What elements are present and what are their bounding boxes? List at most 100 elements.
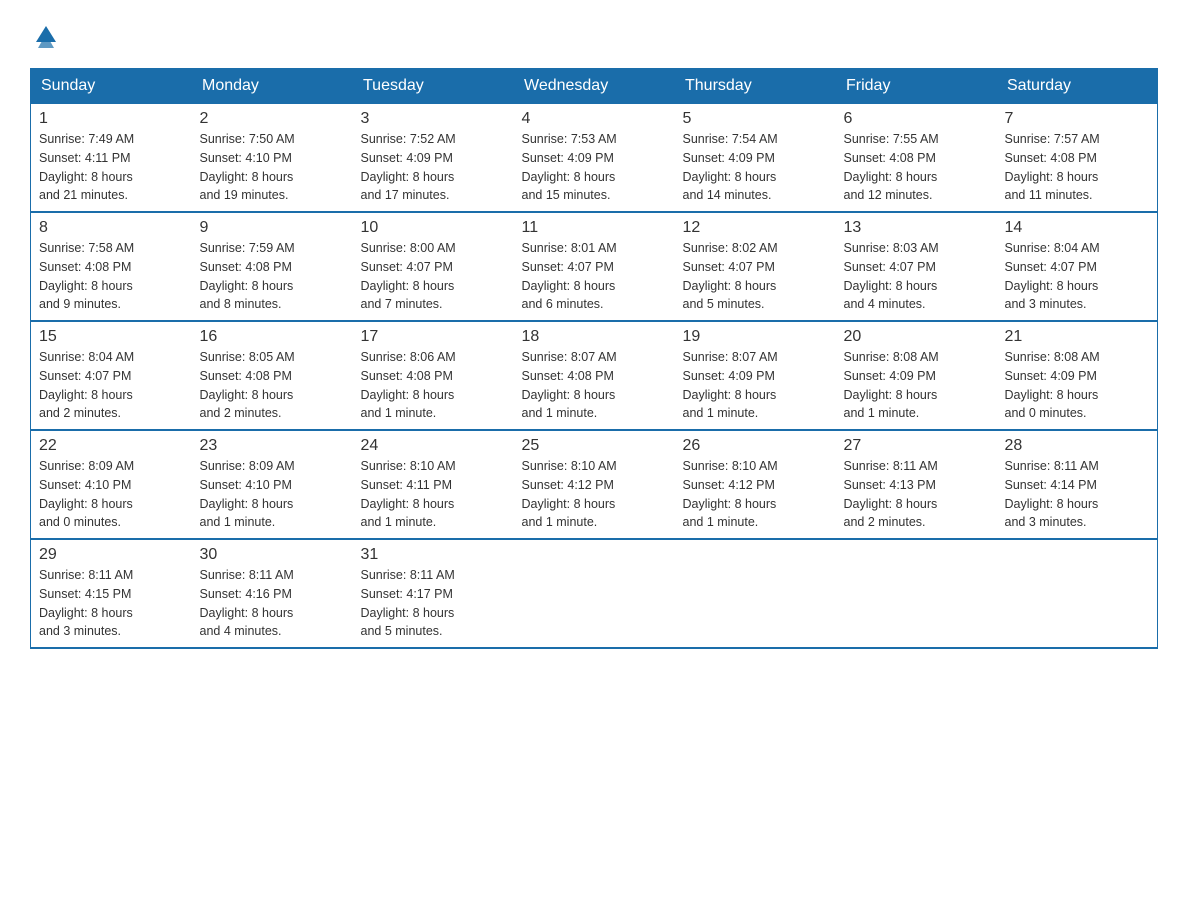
table-row: 25 Sunrise: 8:10 AMSunset: 4:12 PMDaylig… — [514, 430, 675, 539]
day-number: 12 — [683, 219, 828, 237]
day-info: Sunrise: 7:58 AMSunset: 4:08 PMDaylight:… — [39, 239, 184, 314]
calendar-table: Sunday Monday Tuesday Wednesday Thursday… — [30, 68, 1158, 649]
day-number: 28 — [1005, 437, 1150, 455]
table-row: 13 Sunrise: 8:03 AMSunset: 4:07 PMDaylig… — [836, 212, 997, 321]
day-info: Sunrise: 8:03 AMSunset: 4:07 PMDaylight:… — [844, 239, 989, 314]
table-row: 18 Sunrise: 8:07 AMSunset: 4:08 PMDaylig… — [514, 321, 675, 430]
calendar-week-row: 1 Sunrise: 7:49 AMSunset: 4:11 PMDayligh… — [31, 104, 1158, 213]
day-number: 26 — [683, 437, 828, 455]
day-number: 9 — [200, 219, 345, 237]
table-row: 12 Sunrise: 8:02 AMSunset: 4:07 PMDaylig… — [675, 212, 836, 321]
day-info: Sunrise: 7:57 AMSunset: 4:08 PMDaylight:… — [1005, 130, 1150, 205]
table-row: 2 Sunrise: 7:50 AMSunset: 4:10 PMDayligh… — [192, 104, 353, 213]
day-number: 5 — [683, 110, 828, 128]
calendar-week-row: 22 Sunrise: 8:09 AMSunset: 4:10 PMDaylig… — [31, 430, 1158, 539]
day-number: 29 — [39, 546, 184, 564]
table-row: 9 Sunrise: 7:59 AMSunset: 4:08 PMDayligh… — [192, 212, 353, 321]
table-row — [514, 539, 675, 648]
day-number: 2 — [200, 110, 345, 128]
day-info: Sunrise: 8:09 AMSunset: 4:10 PMDaylight:… — [200, 457, 345, 532]
page-header — [30, 20, 1158, 48]
day-number: 3 — [361, 110, 506, 128]
day-info: Sunrise: 7:53 AMSunset: 4:09 PMDaylight:… — [522, 130, 667, 205]
day-number: 1 — [39, 110, 184, 128]
day-number: 6 — [844, 110, 989, 128]
day-number: 19 — [683, 328, 828, 346]
day-number: 8 — [39, 219, 184, 237]
table-row: 10 Sunrise: 8:00 AMSunset: 4:07 PMDaylig… — [353, 212, 514, 321]
table-row: 11 Sunrise: 8:01 AMSunset: 4:07 PMDaylig… — [514, 212, 675, 321]
day-number: 7 — [1005, 110, 1150, 128]
table-row: 20 Sunrise: 8:08 AMSunset: 4:09 PMDaylig… — [836, 321, 997, 430]
table-row: 14 Sunrise: 8:04 AMSunset: 4:07 PMDaylig… — [997, 212, 1158, 321]
day-info: Sunrise: 8:04 AMSunset: 4:07 PMDaylight:… — [1005, 239, 1150, 314]
day-info: Sunrise: 8:01 AMSunset: 4:07 PMDaylight:… — [522, 239, 667, 314]
day-info: Sunrise: 8:11 AMSunset: 4:15 PMDaylight:… — [39, 566, 184, 641]
day-info: Sunrise: 8:07 AMSunset: 4:08 PMDaylight:… — [522, 348, 667, 423]
weekday-header-row: Sunday Monday Tuesday Wednesday Thursday… — [31, 69, 1158, 104]
day-info: Sunrise: 8:10 AMSunset: 4:12 PMDaylight:… — [683, 457, 828, 532]
day-number: 20 — [844, 328, 989, 346]
table-row: 22 Sunrise: 8:09 AMSunset: 4:10 PMDaylig… — [31, 430, 192, 539]
day-info: Sunrise: 8:11 AMSunset: 4:13 PMDaylight:… — [844, 457, 989, 532]
day-info: Sunrise: 8:07 AMSunset: 4:09 PMDaylight:… — [683, 348, 828, 423]
header-wednesday: Wednesday — [514, 69, 675, 104]
table-row: 30 Sunrise: 8:11 AMSunset: 4:16 PMDaylig… — [192, 539, 353, 648]
header-sunday: Sunday — [31, 69, 192, 104]
table-row: 15 Sunrise: 8:04 AMSunset: 4:07 PMDaylig… — [31, 321, 192, 430]
day-info: Sunrise: 7:59 AMSunset: 4:08 PMDaylight:… — [200, 239, 345, 314]
day-info: Sunrise: 8:08 AMSunset: 4:09 PMDaylight:… — [844, 348, 989, 423]
day-number: 23 — [200, 437, 345, 455]
day-number: 27 — [844, 437, 989, 455]
table-row: 7 Sunrise: 7:57 AMSunset: 4:08 PMDayligh… — [997, 104, 1158, 213]
day-number: 21 — [1005, 328, 1150, 346]
table-row: 16 Sunrise: 8:05 AMSunset: 4:08 PMDaylig… — [192, 321, 353, 430]
day-number: 31 — [361, 546, 506, 564]
table-row: 28 Sunrise: 8:11 AMSunset: 4:14 PMDaylig… — [997, 430, 1158, 539]
header-monday: Monday — [192, 69, 353, 104]
table-row: 19 Sunrise: 8:07 AMSunset: 4:09 PMDaylig… — [675, 321, 836, 430]
table-row: 26 Sunrise: 8:10 AMSunset: 4:12 PMDaylig… — [675, 430, 836, 539]
day-info: Sunrise: 8:09 AMSunset: 4:10 PMDaylight:… — [39, 457, 184, 532]
table-row: 5 Sunrise: 7:54 AMSunset: 4:09 PMDayligh… — [675, 104, 836, 213]
calendar-week-row: 29 Sunrise: 8:11 AMSunset: 4:15 PMDaylig… — [31, 539, 1158, 648]
day-number: 30 — [200, 546, 345, 564]
table-row: 27 Sunrise: 8:11 AMSunset: 4:13 PMDaylig… — [836, 430, 997, 539]
table-row: 8 Sunrise: 7:58 AMSunset: 4:08 PMDayligh… — [31, 212, 192, 321]
table-row: 23 Sunrise: 8:09 AMSunset: 4:10 PMDaylig… — [192, 430, 353, 539]
table-row: 21 Sunrise: 8:08 AMSunset: 4:09 PMDaylig… — [997, 321, 1158, 430]
day-number: 14 — [1005, 219, 1150, 237]
table-row: 31 Sunrise: 8:11 AMSunset: 4:17 PMDaylig… — [353, 539, 514, 648]
day-info: Sunrise: 8:11 AMSunset: 4:14 PMDaylight:… — [1005, 457, 1150, 532]
day-number: 10 — [361, 219, 506, 237]
header-tuesday: Tuesday — [353, 69, 514, 104]
day-info: Sunrise: 8:10 AMSunset: 4:11 PMDaylight:… — [361, 457, 506, 532]
calendar-week-row: 8 Sunrise: 7:58 AMSunset: 4:08 PMDayligh… — [31, 212, 1158, 321]
day-info: Sunrise: 8:02 AMSunset: 4:07 PMDaylight:… — [683, 239, 828, 314]
table-row — [836, 539, 997, 648]
table-row: 24 Sunrise: 8:10 AMSunset: 4:11 PMDaylig… — [353, 430, 514, 539]
table-row: 6 Sunrise: 7:55 AMSunset: 4:08 PMDayligh… — [836, 104, 997, 213]
day-info: Sunrise: 7:55 AMSunset: 4:08 PMDaylight:… — [844, 130, 989, 205]
day-info: Sunrise: 8:06 AMSunset: 4:08 PMDaylight:… — [361, 348, 506, 423]
table-row: 3 Sunrise: 7:52 AMSunset: 4:09 PMDayligh… — [353, 104, 514, 213]
day-info: Sunrise: 8:11 AMSunset: 4:17 PMDaylight:… — [361, 566, 506, 641]
day-info: Sunrise: 7:54 AMSunset: 4:09 PMDaylight:… — [683, 130, 828, 205]
day-number: 15 — [39, 328, 184, 346]
day-number: 24 — [361, 437, 506, 455]
day-number: 13 — [844, 219, 989, 237]
day-number: 17 — [361, 328, 506, 346]
day-number: 25 — [522, 437, 667, 455]
day-number: 16 — [200, 328, 345, 346]
day-info: Sunrise: 8:04 AMSunset: 4:07 PMDaylight:… — [39, 348, 184, 423]
day-info: Sunrise: 8:08 AMSunset: 4:09 PMDaylight:… — [1005, 348, 1150, 423]
day-number: 18 — [522, 328, 667, 346]
logo-icon — [32, 20, 60, 48]
table-row: 29 Sunrise: 8:11 AMSunset: 4:15 PMDaylig… — [31, 539, 192, 648]
table-row — [997, 539, 1158, 648]
day-info: Sunrise: 7:49 AMSunset: 4:11 PMDaylight:… — [39, 130, 184, 205]
day-info: Sunrise: 7:50 AMSunset: 4:10 PMDaylight:… — [200, 130, 345, 205]
day-info: Sunrise: 8:10 AMSunset: 4:12 PMDaylight:… — [522, 457, 667, 532]
day-info: Sunrise: 8:00 AMSunset: 4:07 PMDaylight:… — [361, 239, 506, 314]
logo — [30, 20, 62, 48]
